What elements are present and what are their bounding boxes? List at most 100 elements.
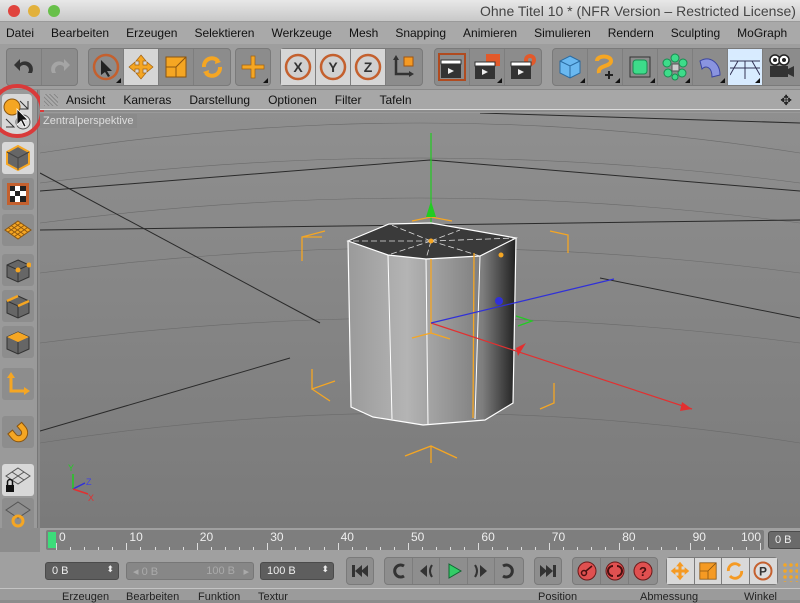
menu-selektieren[interactable]: Selektieren [194, 26, 254, 40]
ruler-tick [154, 547, 156, 550]
menu-snapping[interactable]: Snapping [395, 26, 446, 40]
menu-filter[interactable]: Filter [335, 93, 362, 107]
menu-bearbeiten[interactable]: Bearbeiten [51, 26, 109, 40]
polygons-mode-button[interactable] [2, 326, 34, 358]
menu-sculpting[interactable]: Sculpting [671, 26, 720, 40]
ruler-tick [661, 547, 663, 550]
workplane-mode-button[interactable] [2, 214, 34, 246]
z-axis-lock-button[interactable]: Z [351, 49, 386, 85]
coordinates-header-abmessung: Abmessung [640, 591, 699, 603]
menu-rendern[interactable]: Rendern [608, 26, 654, 40]
point-level-animation-icon[interactable] [782, 562, 798, 582]
go-to-start-button[interactable] [347, 558, 373, 584]
ruler-tick [703, 547, 705, 550]
position-key-button[interactable] [667, 558, 695, 584]
frame-ruler[interactable]: 0 10 20 30 40 50 60 70 80 90 100 [46, 530, 764, 550]
3d-viewport[interactable]: Y Z X Zentralperspektive [40, 112, 800, 528]
menu-werkzeuge[interactable]: Werkzeuge [271, 26, 331, 40]
range-left-arrow-icon[interactable]: ◂ [133, 566, 142, 578]
render-group [434, 48, 542, 86]
svg-text:P: P [759, 565, 767, 579]
undo-button[interactable] [7, 49, 42, 85]
move-icon [128, 54, 154, 80]
menu-darstellung[interactable]: Darstellung [189, 93, 250, 107]
rotation-key-button[interactable] [722, 558, 750, 584]
camera-button[interactable] [763, 49, 798, 85]
parameter-key-button[interactable]: P [749, 558, 777, 584]
menu-mograph[interactable]: MoGraph [737, 26, 787, 40]
cloner-button[interactable] [658, 49, 693, 85]
end-frame-field[interactable]: 100 B ⬍ [260, 562, 334, 580]
stepper-icon[interactable]: ⬍ [106, 564, 114, 575]
next-key-button[interactable] [495, 558, 523, 584]
next-frame-button[interactable] [468, 558, 496, 584]
deformer-button[interactable] [693, 49, 728, 85]
workplane-lock-button[interactable] [2, 464, 34, 496]
end-frame-value: 100 B [267, 565, 296, 577]
menu-erzeugen[interactable]: Erzeugen [126, 26, 177, 40]
edges-mode-button[interactable] [2, 290, 34, 322]
ruler-tick [562, 547, 564, 550]
x-axis-lock-button[interactable]: X [281, 49, 316, 85]
rotation-key-icon [727, 562, 744, 580]
coordinate-system-button[interactable] [386, 49, 421, 85]
scale-key-button[interactable] [694, 558, 722, 584]
spline-button[interactable] [588, 49, 623, 85]
drag-handle[interactable] [44, 93, 58, 106]
menu-simulieren[interactable]: Simulieren [534, 26, 591, 40]
menu-optionen[interactable]: Optionen [268, 93, 317, 107]
keyframe-selection-icon: ? [633, 561, 653, 581]
playhead[interactable] [48, 532, 56, 548]
play-button[interactable] [440, 558, 468, 584]
range-slider[interactable]: ◂ 0 B 100 B ▸ [126, 562, 254, 580]
subdivision-surface-button[interactable] [623, 49, 658, 85]
render-view-button[interactable] [435, 49, 470, 85]
floor-button[interactable] [728, 49, 763, 85]
keyframe-selection-button[interactable]: ? [629, 558, 657, 584]
z-axis-handle[interactable] [495, 297, 503, 305]
texture-mode-button[interactable] [2, 178, 34, 210]
ruler-tick [393, 547, 395, 550]
stepper-icon[interactable]: ⬍ [321, 564, 329, 575]
model-mode-button[interactable] [2, 142, 34, 174]
last-tool-button[interactable] [236, 49, 270, 85]
start-frame-field[interactable]: 0 B ⬍ [45, 562, 119, 580]
close-button[interactable] [8, 5, 20, 17]
material-menu-bearbeiten[interactable]: Bearbeiten [126, 591, 179, 603]
scale-button[interactable] [159, 49, 194, 85]
autokey-button[interactable] [601, 558, 629, 584]
rotate-button[interactable] [194, 49, 229, 85]
menu-kameras[interactable]: Kameras [123, 93, 171, 107]
material-menu-erzeugen[interactable]: Erzeugen [62, 591, 109, 603]
render-picture-viewer-button[interactable] [470, 49, 505, 85]
zoom-button[interactable] [48, 5, 60, 17]
live-selection-button[interactable] [89, 49, 124, 85]
menu-animieren[interactable]: Animieren [463, 26, 517, 40]
cube-button[interactable] [553, 49, 588, 85]
points-mode-button[interactable] [2, 254, 34, 286]
minimize-button[interactable] [28, 5, 40, 17]
previous-frame-button[interactable] [413, 558, 441, 584]
ruler-tick [548, 543, 550, 550]
material-menu-funktion[interactable]: Funktion [198, 591, 240, 603]
render-settings-button[interactable] [505, 49, 540, 85]
cylinder-object[interactable] [346, 222, 518, 426]
redo-button[interactable] [42, 49, 77, 85]
y-axis-lock-button[interactable]: Y [316, 49, 351, 85]
snapping-button[interactable] [2, 416, 34, 448]
menu-tafeln[interactable]: Tafeln [379, 93, 411, 107]
move-button[interactable] [124, 49, 159, 85]
viewport-pan-icon[interactable]: ✥ [780, 92, 792, 109]
menu-datei[interactable]: Datei [6, 26, 34, 40]
menu-ansicht[interactable]: Ansicht [66, 93, 105, 107]
position-key-icon [671, 561, 690, 581]
previous-key-button[interactable] [385, 558, 413, 584]
current-frame-field[interactable]: 0 B [768, 531, 800, 549]
axis-mode-button[interactable] [2, 368, 34, 400]
menu-mesh[interactable]: Mesh [349, 26, 378, 40]
go-to-end-button[interactable] [535, 558, 561, 584]
material-menu-textur[interactable]: Textur [258, 591, 288, 603]
workplane-sync-button[interactable] [2, 498, 34, 530]
range-right-arrow-icon[interactable]: ▸ [243, 565, 249, 578]
record-key-button[interactable] [573, 558, 601, 584]
